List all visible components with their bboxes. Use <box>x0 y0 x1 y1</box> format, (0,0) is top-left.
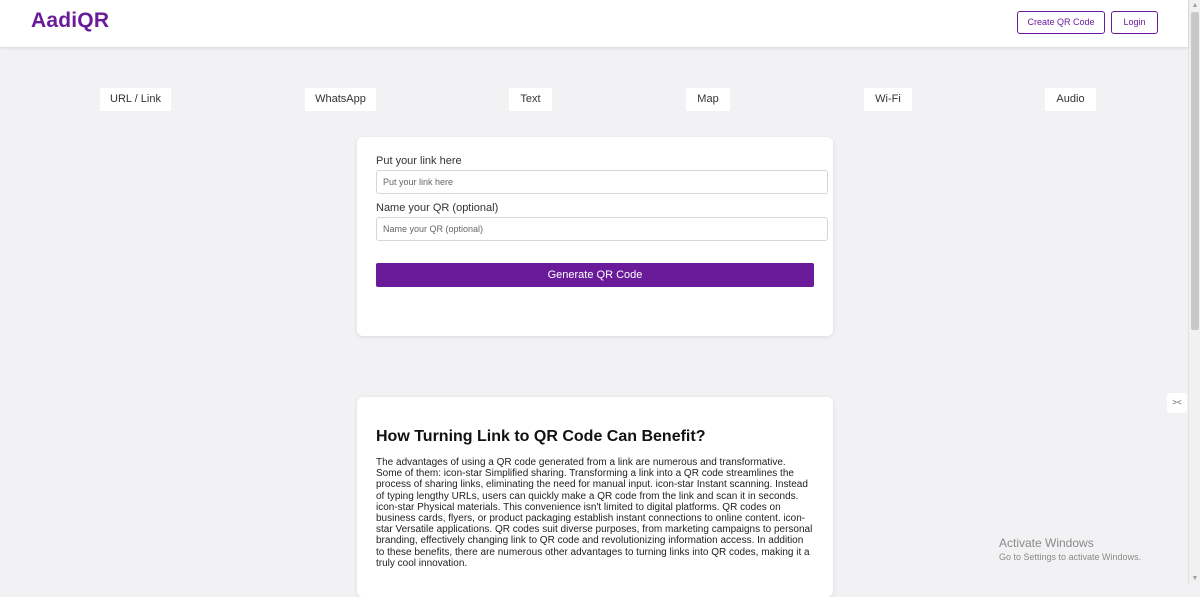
benefits-card: How Turning Link to QR Code Can Benefit?… <box>357 397 833 597</box>
page-scrollbar[interactable]: ▲ ▼ <box>1188 0 1200 585</box>
activate-windows-watermark: Activate Windows Go to Settings to activ… <box>999 536 1141 562</box>
scrollbar-thumb[interactable] <box>1191 12 1199 330</box>
tab-wifi[interactable]: Wi-Fi <box>864 88 912 111</box>
link-input[interactable] <box>376 170 828 194</box>
name-field-label: Name your QR (optional) <box>376 202 499 214</box>
tab-url-link[interactable]: URL / Link <box>100 88 171 111</box>
qr-name-input[interactable] <box>376 217 828 241</box>
link-field-label: Put your link here <box>376 155 462 167</box>
tab-whatsapp[interactable]: WhatsApp <box>305 88 376 111</box>
login-button[interactable]: Login <box>1111 11 1158 34</box>
watermark-title: Activate Windows <box>999 536 1094 550</box>
tab-map[interactable]: Map <box>686 88 730 111</box>
brand-logo[interactable]: AadiQR <box>31 9 109 33</box>
generate-qr-code-button[interactable]: Generate QR Code <box>376 263 814 287</box>
benefits-text: The advantages of using a QR code genera… <box>376 457 813 569</box>
tab-text[interactable]: Text <box>509 88 552 111</box>
watermark-subtitle: Go to Settings to activate Windows. <box>999 552 1142 562</box>
top-header: AadiQR Create QR Code Login <box>0 0 1188 47</box>
benefits-title: How Turning Link to QR Code Can Benefit? <box>376 428 706 445</box>
create-qr-code-button[interactable]: Create QR Code <box>1017 11 1105 34</box>
scroll-up-icon[interactable]: ▲ <box>1189 0 1200 12</box>
tab-audio[interactable]: Audio <box>1045 88 1096 111</box>
qr-form-card: Put your link here Name your QR (optiona… <box>357 137 833 336</box>
collapse-arrows-icon[interactable]: >< <box>1167 393 1187 413</box>
scroll-down-icon[interactable]: ▼ <box>1189 573 1200 585</box>
